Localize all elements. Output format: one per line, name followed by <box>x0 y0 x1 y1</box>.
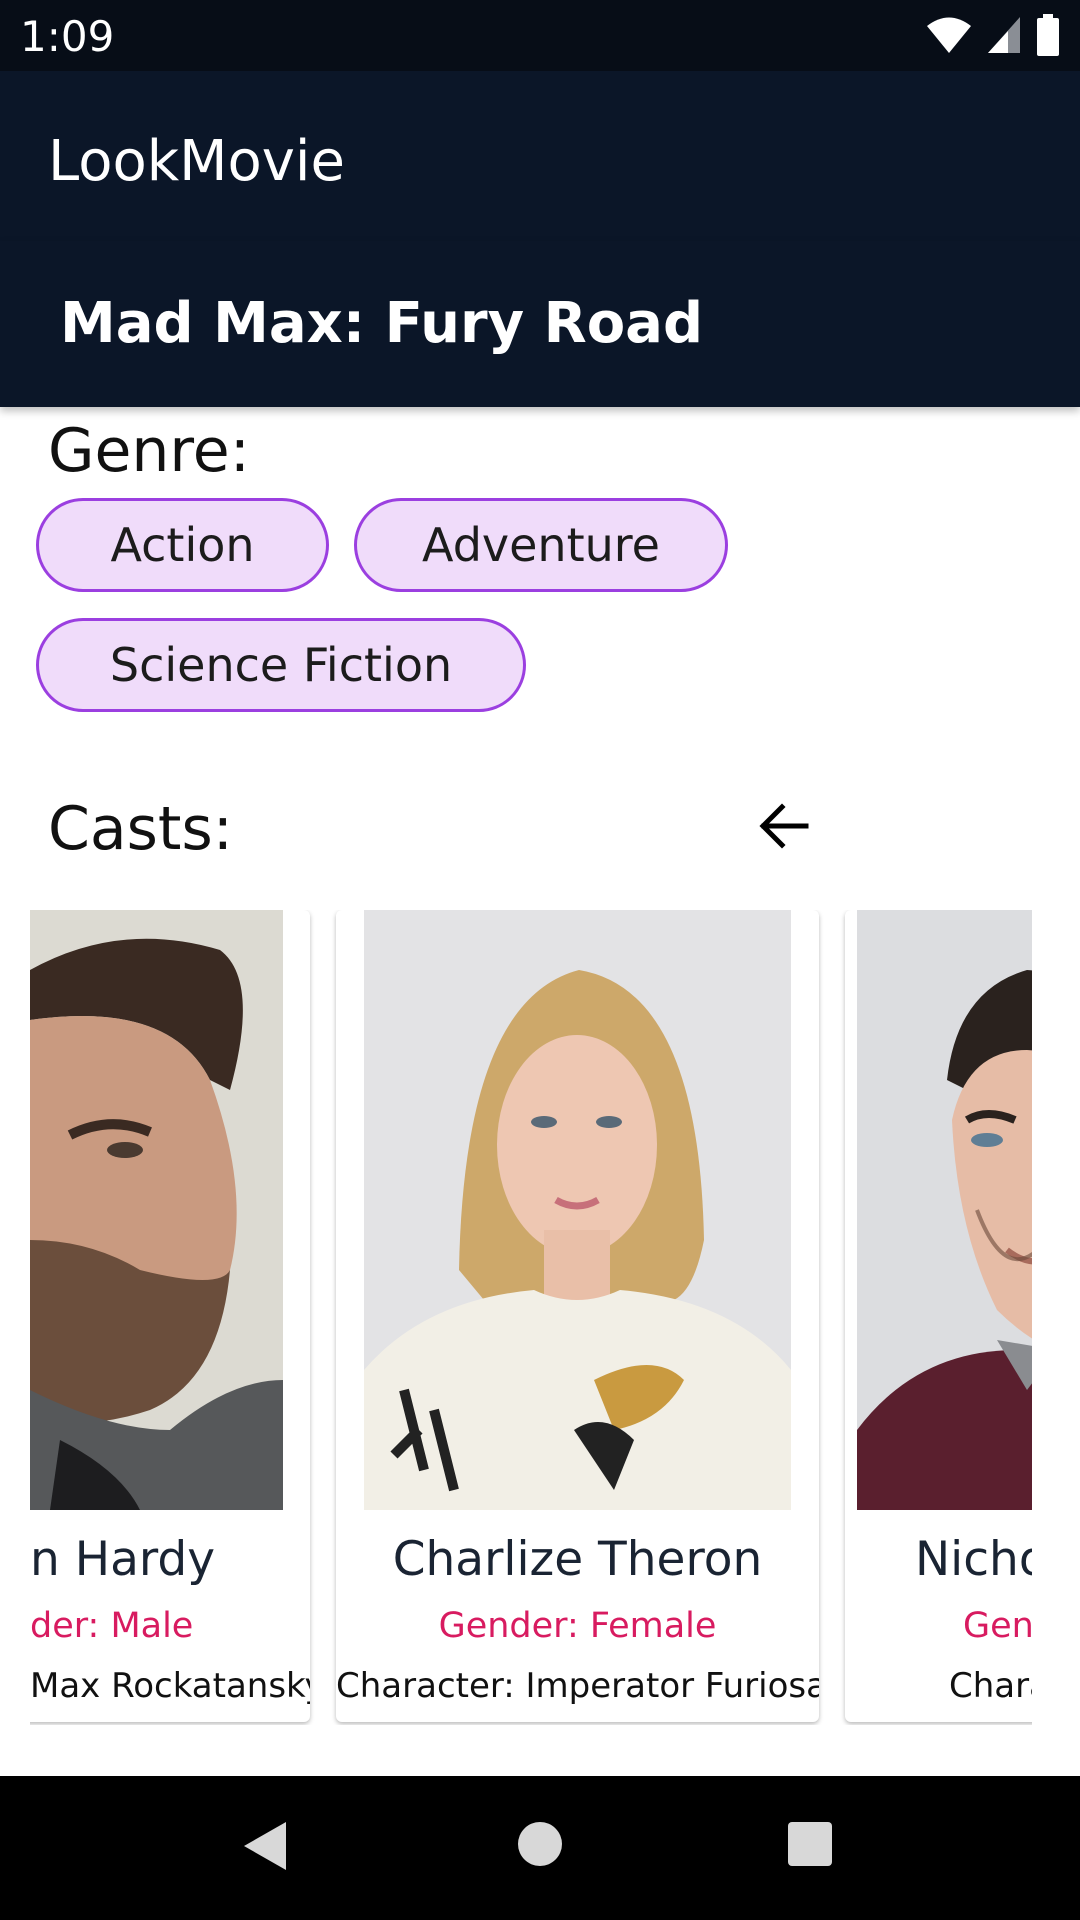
wifi-icon <box>927 17 971 53</box>
battery-icon <box>1037 14 1059 56</box>
cast-photo <box>30 910 283 1510</box>
status-bar: 1:09 <box>0 0 1080 71</box>
status-icons <box>926 14 1060 56</box>
cast-photo <box>857 910 1032 1510</box>
app-bar: LookMovie <box>0 71 1080 241</box>
cast-name: Charlize Theron <box>392 1532 763 1587</box>
movie-title: Mad Max: Fury Road <box>60 291 704 356</box>
casts-label: Casts: <box>48 794 233 864</box>
cast-character: Character: Imperator Furiosa <box>336 1666 819 1706</box>
genre-label: Genre: <box>48 416 250 486</box>
back-arrow-icon[interactable] <box>754 796 814 856</box>
nav-home-icon[interactable] <box>516 1820 564 1868</box>
actor-portrait-image <box>30 910 283 1510</box>
cast-name: Nicho <box>915 1532 1032 1587</box>
cast-name: n Hardy <box>30 1532 216 1587</box>
nav-back-icon[interactable] <box>240 1818 290 1874</box>
app-title: LookMovie <box>48 129 345 194</box>
cast-character: Max Rockatansky <box>30 1666 310 1706</box>
cast-gender: Gen <box>963 1606 1032 1646</box>
cast-photo <box>364 910 791 1510</box>
actor-portrait-image <box>857 910 1032 1510</box>
cast-card[interactable]: Nicho Gen Chara <box>845 910 1032 1722</box>
cast-card[interactable]: n Hardy der: Male Max Rockatansky <box>30 910 310 1722</box>
status-time: 1:09 <box>20 12 115 61</box>
cast-character: Chara <box>949 1666 1032 1706</box>
movie-title-bar: Mad Max: Fury Road <box>0 241 1080 407</box>
genre-chip-action[interactable]: Action <box>36 498 329 592</box>
genre-chip-adventure[interactable]: Adventure <box>354 498 728 592</box>
genre-chip-science-fiction[interactable]: Science Fiction <box>36 618 526 712</box>
cast-gender: Gender: Female <box>438 1606 717 1646</box>
cellular-signal-icon <box>988 17 1020 53</box>
cast-carousel[interactable]: n Hardy der: Male Max Rockatansky Charli… <box>30 910 1032 1725</box>
cast-card[interactable]: Charlize Theron Gender: Female Character… <box>336 910 819 1722</box>
cast-gender: der: Male <box>30 1606 194 1646</box>
actor-portrait-image <box>364 910 791 1510</box>
nav-recents-icon[interactable] <box>786 1820 834 1868</box>
navigation-bar <box>0 1776 1080 1920</box>
